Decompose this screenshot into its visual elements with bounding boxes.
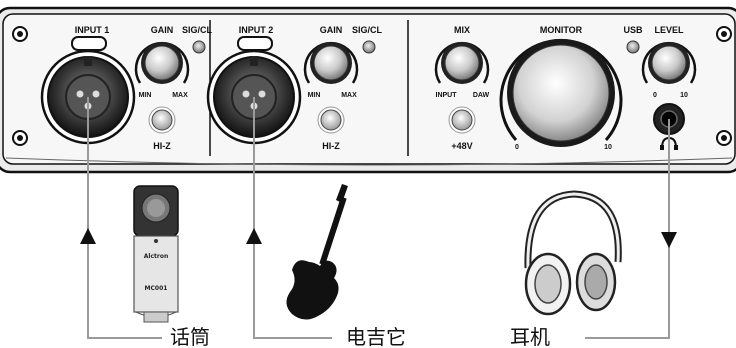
latch-tab xyxy=(237,36,273,51)
input1-label: INPUT 1 xyxy=(75,25,110,35)
up-arrow-icon xyxy=(246,228,262,244)
usb-led-icon xyxy=(626,40,640,54)
gain1-max-label: MAX xyxy=(172,92,188,99)
mic-caption: 话筒 xyxy=(170,325,210,348)
gain2-max-label: MAX xyxy=(341,92,357,99)
latch-tab xyxy=(71,36,107,51)
sigcl1-led-icon xyxy=(192,40,206,54)
sigcl2-led-icon xyxy=(362,40,376,54)
audio-interface-diagram: INPUT 1 GAIN SIG/CL MIN MAX HI-Z INPUT 2… xyxy=(0,6,736,348)
screw-icon xyxy=(716,26,732,42)
down-arrow-icon xyxy=(661,232,677,248)
input2-label: INPUT 2 xyxy=(239,25,274,35)
level-label: LEVEL xyxy=(654,25,684,35)
mix-daw-label: DAW xyxy=(473,92,490,99)
mix-input-label: INPUT xyxy=(436,92,458,99)
sigcl2-label: SIG/CL xyxy=(352,25,383,35)
mic-brand-label: Alctron xyxy=(144,253,168,260)
gain2-min-label: MIN xyxy=(308,92,321,99)
gain2-label: GAIN xyxy=(320,25,343,35)
level-max-label: 10 xyxy=(680,92,688,99)
screw-icon xyxy=(12,130,28,146)
up-arrow-icon xyxy=(80,228,96,244)
gain1-label: GAIN xyxy=(151,25,174,35)
hiz2-button[interactable] xyxy=(317,106,345,134)
headphones-caption: 耳机 xyxy=(510,325,550,348)
phantom-label: +48V xyxy=(451,141,472,151)
gain1-min-label: MIN xyxy=(139,92,152,99)
mix-label: MIX xyxy=(454,25,470,35)
monitor-min-label: 0 xyxy=(515,144,519,151)
guitar-caption: 电吉它 xyxy=(346,325,406,348)
mic-model-label: MC001 xyxy=(145,285,168,292)
monitor-label: MONITOR xyxy=(540,25,583,35)
sigcl1-label: SIG/CL xyxy=(182,25,213,35)
headphones-icon xyxy=(524,190,622,316)
hiz2-label: HI-Z xyxy=(322,141,340,151)
electric-guitar-icon xyxy=(286,184,348,320)
screw-icon xyxy=(716,130,732,146)
hiz1-label: HI-Z xyxy=(153,141,171,151)
hiz1-button[interactable] xyxy=(148,106,176,134)
phantom-power-button[interactable] xyxy=(448,106,476,134)
monitor-max-label: 10 xyxy=(604,144,612,151)
usb-label: USB xyxy=(623,25,643,35)
screw-icon xyxy=(12,26,28,42)
level-min-label: 0 xyxy=(653,92,657,99)
